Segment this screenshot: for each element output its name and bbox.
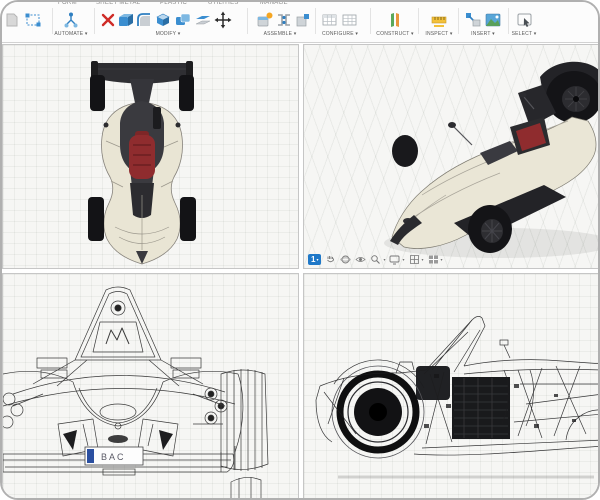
fillet-icon[interactable]: [135, 11, 153, 29]
tab-plastic[interactable]: PLASTIC: [160, 2, 187, 6]
measure-icon[interactable]: [430, 11, 448, 29]
rigid-group-icon[interactable]: [294, 11, 312, 29]
zoom-icon[interactable]: [370, 254, 381, 265]
dropdown-caret: ▾: [441, 257, 443, 262]
configuration-table-icon[interactable]: [321, 11, 339, 29]
dropdown-caret: ▾: [450, 31, 453, 37]
orbit-icon[interactable]: [340, 254, 351, 265]
dropdown-caret: ▾: [316, 255, 318, 264]
car-side-view-drawing[interactable]: [304, 274, 600, 500]
viewport-front-view[interactable]: BAC: [2, 273, 299, 500]
app-window: FORM SHEET METAL PLASTIC UTILITIES MANAG…: [0, 0, 600, 500]
group-label-construct[interactable]: CONSTRUCT ▾: [376, 31, 413, 37]
new-component-icon[interactable]: [255, 11, 273, 29]
viewports-icon[interactable]: [428, 254, 439, 265]
select-window-icon[interactable]: [516, 11, 534, 29]
display-settings-icon[interactable]: [389, 254, 400, 265]
tab-manage[interactable]: MANAGE: [260, 2, 288, 6]
tab-sheet-metal[interactable]: SHEET METAL: [96, 2, 140, 6]
selection-set-icon[interactable]: [24, 11, 42, 29]
group-label-assemble[interactable]: ASSEMBLE ▾: [264, 31, 297, 37]
group-label-configure[interactable]: CONFIGURE ▾: [322, 31, 358, 37]
automate-branch-icon[interactable]: [62, 11, 80, 29]
document-icon[interactable]: [3, 11, 21, 29]
look-at-icon[interactable]: [355, 254, 366, 265]
dropdown-caret: ▾: [294, 31, 297, 37]
dropdown-caret: ▾: [534, 31, 537, 37]
group-label-insert[interactable]: INSERT ▾: [471, 31, 495, 37]
dropdown-caret: ▾: [422, 257, 424, 262]
press-pull-icon[interactable]: [116, 11, 134, 29]
offset-face-icon[interactable]: [194, 11, 212, 29]
dropdown-caret: ▾: [383, 257, 385, 262]
car-top-view-drawing[interactable]: [3, 45, 299, 269]
move-copy-icon[interactable]: [214, 11, 232, 29]
tab-form[interactable]: FORM: [58, 2, 77, 6]
dropdown-caret: ▾: [178, 31, 181, 37]
insert-canvas-icon[interactable]: [484, 11, 502, 29]
grid-settings-icon[interactable]: [409, 254, 420, 265]
delete-x-icon[interactable]: [99, 11, 117, 29]
ribbon-toolbar: FORM SHEET METAL PLASTIC UTILITIES MANAG…: [2, 2, 598, 43]
dropdown-caret: ▾: [492, 31, 495, 37]
dropdown-caret: ▾: [85, 31, 88, 37]
construction-plane-icon[interactable]: [386, 11, 404, 29]
car-front-view-drawing[interactable]: BAC: [3, 274, 299, 500]
group-label-inspect[interactable]: INSPECT ▾: [425, 31, 452, 37]
viewport-number-badge[interactable]: 1▾: [308, 254, 321, 265]
group-label-automate[interactable]: AUTOMATE ▾: [54, 31, 87, 37]
dropdown-caret: ▾: [411, 31, 414, 37]
dropdown-caret: ▾: [355, 31, 358, 37]
shell-icon[interactable]: [154, 11, 172, 29]
insert-derive-icon[interactable]: [464, 11, 482, 29]
model-canvas: 1▾ ▾ ▾ ▾ ▾: [2, 42, 600, 500]
license-plate: BAC: [85, 447, 143, 465]
pan-icon[interactable]: [325, 254, 336, 265]
plate-text: BAC: [101, 452, 126, 462]
tab-utilities[interactable]: UTILITIES: [208, 2, 239, 6]
navigation-bar: 1▾ ▾ ▾ ▾ ▾: [308, 254, 443, 265]
configuration-insert-icon[interactable]: [341, 11, 359, 29]
group-label-modify[interactable]: MODIFY ▾: [156, 31, 181, 37]
combine-icon[interactable]: [174, 11, 192, 29]
viewport-iso-view[interactable]: 1▾ ▾ ▾ ▾ ▾: [303, 44, 600, 269]
group-label-select[interactable]: SELECT ▾: [512, 31, 537, 37]
viewport-top-view[interactable]: [2, 44, 299, 269]
car-iso-view-drawing[interactable]: [304, 45, 600, 268]
viewport-side-view[interactable]: [303, 273, 600, 500]
joint-icon[interactable]: [275, 11, 293, 29]
dropdown-caret: ▾: [402, 257, 404, 262]
